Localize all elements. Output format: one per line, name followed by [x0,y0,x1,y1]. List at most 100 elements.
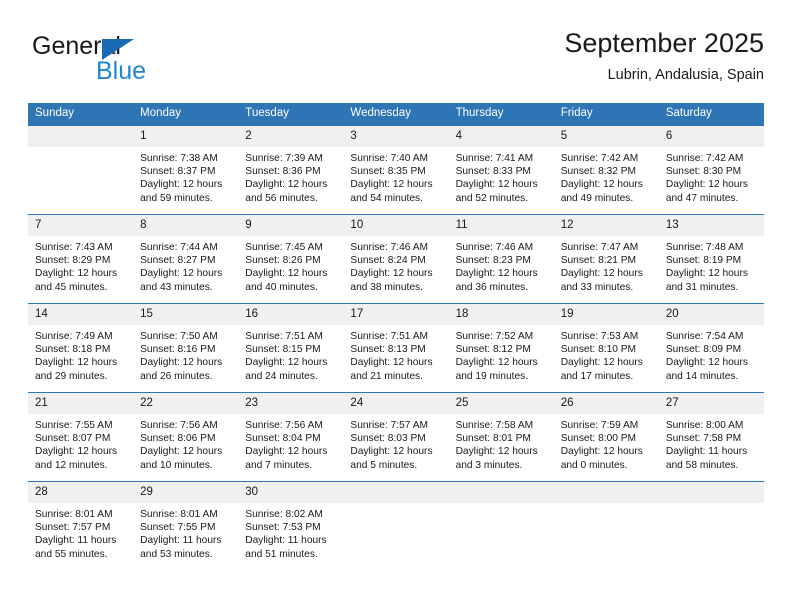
calendar-header-row: Sunday Monday Tuesday Wednesday Thursday Frid… [28,103,764,126]
day-info: Sunrise: 7:45 AM Sunset: 8:26 PM Daylight:… [238,236,343,294]
day-number: 14 [28,304,134,325]
calendar-day-cell-empty [28,125,134,215]
daylight-text-line1: Daylight: 12 hours [35,268,118,280]
sunset-text: Sunset: 8:01 PM [455,433,531,445]
daylight-text-line1: Daylight: 12 hours [350,446,433,458]
calendar-day-cell[interactable]: 7 Sunrise: 7:43 AM Sunset: 8:29 PM Daylight… [28,214,134,304]
day-number: 27 [658,393,764,414]
calendar-day-cell[interactable]: 25 Sunrise: 7:58 AM Sunset: 8:01 PM Dayligh… [448,392,554,482]
day-number: 30 [238,482,344,503]
sunrise-text: Sunrise: 7:46 AM [350,242,429,253]
daylight-text-line2: and 54 minutes. [350,192,423,204]
daylight-text-line1: Daylight: 12 hours [665,268,748,280]
calendar-day-cell[interactable]: 4 Sunrise: 7:41 AM Sunset: 8:33 PM Daylight… [448,125,554,215]
daylight-text-line2: and 29 minutes. [35,370,108,382]
day-info: Sunrise: 7:42 AM Sunset: 8:30 PM Daylight:… [659,147,764,205]
day-number [658,482,764,503]
calendar-day-cell[interactable]: 1 Sunrise: 7:38 AM Sunset: 8:37 PM Daylight… [133,125,239,215]
sunset-text: Sunset: 7:55 PM [140,522,216,534]
day-number: 4 [448,126,554,147]
sunset-text: Sunset: 8:24 PM [350,255,426,267]
day-info: Sunrise: 7:39 AM Sunset: 8:36 PM Daylight:… [238,147,343,205]
sunrise-text: Sunrise: 7:55 AM [35,420,113,431]
calendar-day-cell[interactable]: 15 Sunrise: 7:50 AM Sunset: 8:16 PM Dayligh… [133,303,239,393]
sunrise-text: Sunrise: 7:58 AM [455,420,534,431]
calendar-day-cell[interactable]: 27 Sunrise: 8:00 AM Sunset: 7:58 PM Dayligh… [658,392,764,482]
calendar-day-cell[interactable]: 23 Sunrise: 7:56 AM Sunset: 8:04 PM Dayligh… [238,392,344,482]
calendar-day-cell[interactable]: 5 Sunrise: 7:42 AM Sunset: 8:32 PM Daylight… [553,125,659,215]
calendar-day-cell[interactable]: 10 Sunrise: 7:46 AM Sunset: 8:24 PM Dayligh… [343,214,449,304]
calendar-day-cell[interactable]: 18 Sunrise: 7:52 AM Sunset: 8:12 PM Dayligh… [448,303,554,393]
day-number: 15 [133,304,239,325]
calendar-day-cell[interactable]: 6 Sunrise: 7:42 AM Sunset: 8:30 PM Daylight… [658,125,764,215]
calendar-day-cell[interactable]: 30 Sunrise: 8:02 AM Sunset: 7:53 PM Dayligh… [238,481,344,571]
sunrise-text: Sunrise: 7:44 AM [140,242,218,253]
calendar-day-cell[interactable]: 17 Sunrise: 7:51 AM Sunset: 8:13 PM Dayligh… [343,303,449,393]
sunrise-text: Sunrise: 7:56 AM [140,420,218,431]
calendar-day-cell[interactable]: 2 Sunrise: 7:39 AM Sunset: 8:36 PM Daylight… [238,125,344,215]
calendar-day-cell[interactable]: 26 Sunrise: 7:59 AM Sunset: 8:00 PM Dayligh… [553,392,659,482]
calendar-page: General Blue September 2025 Lubrin, Anda… [0,0,792,612]
sunset-text: Sunset: 8:23 PM [455,255,531,267]
page-subtitle: Lubrin, Andalusia, Spain [607,67,764,83]
daylight-text-line2: and 47 minutes. [665,192,739,204]
daylight-text-line2: and 10 minutes. [140,459,213,471]
calendar-day-cell[interactable]: 29 Sunrise: 8:01 AM Sunset: 7:55 PM Dayligh… [133,481,239,571]
sunrise-text: Sunrise: 8:01 AM [140,509,218,520]
sunset-text: Sunset: 8:06 PM [140,433,216,445]
daylight-text-line1: Daylight: 12 hours [455,268,538,280]
day-info: Sunrise: 7:44 AM Sunset: 8:27 PM Daylight:… [133,236,238,294]
calendar-day-cell[interactable]: 14 Sunrise: 7:49 AM Sunset: 8:18 PM Dayligh… [28,303,134,393]
calendar-day-cell[interactable]: 20 Sunrise: 7:54 AM Sunset: 8:09 PM Dayligh… [658,303,764,393]
day-number: 26 [553,393,659,414]
day-number: 28 [28,482,134,503]
daylight-text-line1: Daylight: 12 hours [455,179,538,191]
daylight-text-line2: and 45 minutes. [35,281,108,293]
sunrise-text: Sunrise: 7:45 AM [245,242,323,253]
daylight-text-line2: and 26 minutes. [140,370,213,382]
sunset-text: Sunset: 8:33 PM [455,166,531,178]
calendar-day-cell[interactable]: 16 Sunrise: 7:51 AM Sunset: 8:15 PM Dayligh… [238,303,344,393]
day-number: 19 [553,304,659,325]
sunset-text: Sunset: 8:15 PM [245,344,321,356]
day-number: 17 [343,304,449,325]
calendar-week-row: 28 Sunrise: 8:01 AM Sunset: 7:57 PM Dayligh… [28,481,764,571]
calendar-day-cell[interactable]: 19 Sunrise: 7:53 AM Sunset: 8:10 PM Dayligh… [553,303,659,393]
daylight-text-line1: Daylight: 12 hours [35,446,118,458]
day-info: Sunrise: 7:49 AM Sunset: 8:18 PM Daylight:… [28,325,133,383]
calendar-day-cell[interactable]: 13 Sunrise: 7:48 AM Sunset: 8:19 PM Dayligh… [658,214,764,304]
day-number: 21 [28,393,134,414]
calendar-day-cell[interactable]: 8 Sunrise: 7:44 AM Sunset: 8:27 PM Daylight… [133,214,239,304]
calendar-day-cell[interactable]: 28 Sunrise: 8:01 AM Sunset: 7:57 PM Dayligh… [28,481,134,571]
calendar-day-cell[interactable]: 22 Sunrise: 7:56 AM Sunset: 8:06 PM Dayligh… [133,392,239,482]
daylight-text-line1: Daylight: 12 hours [245,268,328,280]
daylight-text-line2: and 56 minutes. [245,192,318,204]
calendar-day-cell[interactable]: 12 Sunrise: 7:47 AM Sunset: 8:21 PM Dayligh… [553,214,659,304]
sunset-text: Sunset: 7:57 PM [35,522,111,534]
daylight-text-line2: and 31 minutes. [665,281,739,293]
sunset-text: Sunset: 8:00 PM [560,433,637,445]
day-info: Sunrise: 8:02 AM Sunset: 7:53 PM Daylight:… [238,503,343,561]
day-info: Sunrise: 7:42 AM Sunset: 8:32 PM Daylight:… [554,147,659,205]
weekday-header-sunday: Sunday [28,103,134,126]
sunrise-text: Sunrise: 7:39 AM [245,153,323,164]
day-number: 1 [133,126,239,147]
day-info: Sunrise: 7:56 AM Sunset: 8:06 PM Daylight:… [133,414,238,472]
daylight-text-line2: and 59 minutes. [140,192,213,204]
calendar-day-cell[interactable]: 21 Sunrise: 7:55 AM Sunset: 8:07 PM Dayligh… [28,392,134,482]
sunrise-text: Sunrise: 7:42 AM [560,153,639,164]
daylight-text-line2: and 43 minutes. [140,281,213,293]
brand-name-bottom: Blue [96,57,147,85]
calendar-day-cell[interactable]: 11 Sunrise: 7:46 AM Sunset: 8:23 PM Dayligh… [448,214,554,304]
brand-logo[interactable]: General Blue [32,32,212,88]
calendar-day-cell[interactable]: 9 Sunrise: 7:45 AM Sunset: 8:26 PM Daylight… [238,214,344,304]
daylight-text-line2: and 33 minutes. [560,281,634,293]
title-block: September 2025 Lubrin, Andalusia, Spain [564,26,764,86]
daylight-text-line1: Daylight: 12 hours [245,446,328,458]
calendar-day-cell[interactable]: 24 Sunrise: 7:57 AM Sunset: 8:03 PM Dayligh… [343,392,449,482]
daylight-text-line1: Daylight: 11 hours [245,535,327,547]
daylight-text-line2: and 49 minutes. [560,192,634,204]
daylight-text-line1: Daylight: 11 hours [140,535,222,547]
calendar-day-cell[interactable]: 3 Sunrise: 7:40 AM Sunset: 8:35 PM Daylight… [343,125,449,215]
day-number: 25 [448,393,554,414]
